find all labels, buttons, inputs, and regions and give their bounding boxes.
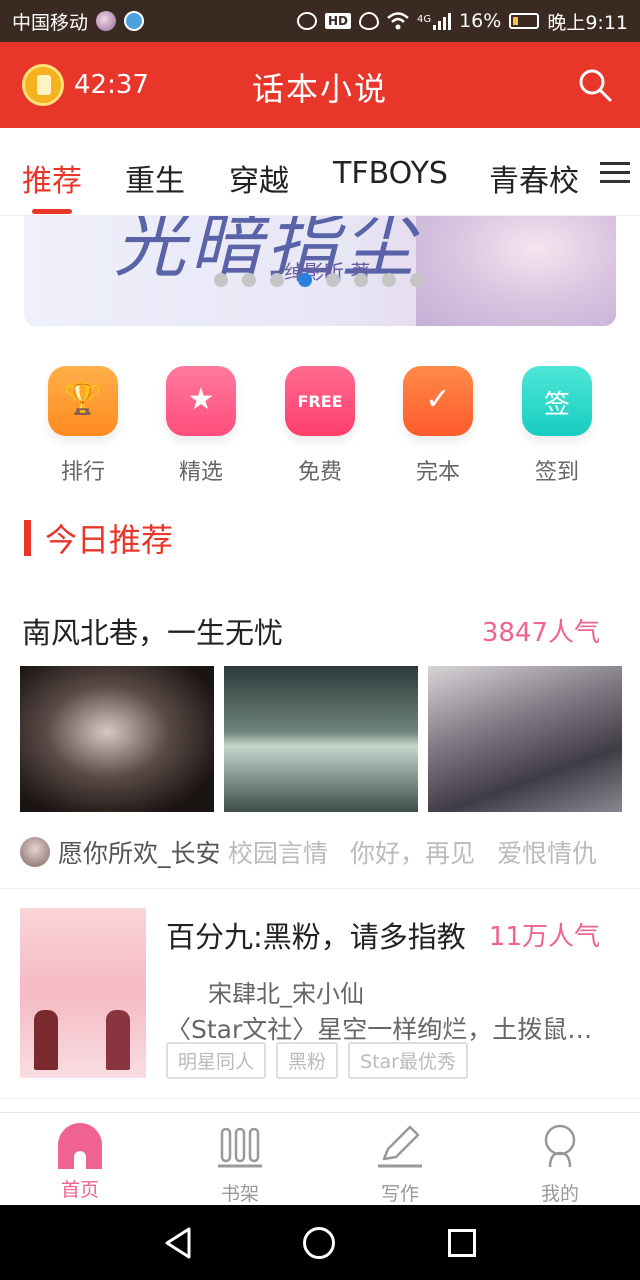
signal-icon	[433, 12, 452, 30]
sign-in-glyph: 签	[543, 390, 570, 420]
bookshelf-icon	[218, 1127, 262, 1168]
carousel-dot[interactable]	[214, 273, 228, 287]
nav-bookshelf[interactable]: 书架	[190, 1123, 290, 1206]
author-avatar[interactable]	[20, 837, 50, 867]
book-tag[interactable]: Star最优秀	[348, 1042, 468, 1079]
quick-selected-label: 精选	[178, 460, 223, 485]
section-header: 今日推荐	[24, 518, 174, 559]
quick-free-label: 免费	[297, 460, 342, 485]
featured-image-3[interactable]	[428, 666, 622, 812]
nav-profile[interactable]: 我的	[510, 1123, 610, 1206]
nav-home-label: 首页	[60, 1179, 99, 1201]
quick-sign-in[interactable]: 签 签到	[512, 366, 602, 486]
menu-icon[interactable]	[594, 156, 630, 190]
quick-menu: 🏆 排行 ★ 精选 FREE 免费 ✓ 完本 签 签到	[0, 366, 640, 486]
carousel-dot[interactable]	[354, 273, 368, 287]
quick-sign-in-label: 签到	[534, 460, 579, 485]
nav-write-label: 写作	[380, 1183, 419, 1205]
network-type: 4G	[416, 13, 432, 25]
divider	[0, 888, 640, 889]
featured-tag[interactable]: 爱恨情仇	[497, 834, 597, 870]
featured-tag[interactable]: 校园言情	[228, 834, 328, 870]
carousel-dot-active[interactable]	[298, 273, 312, 287]
banner-illustration	[416, 216, 616, 326]
book-description: 〈Star文社〉星空一样绚烂，土拨鼠一样可爱	[166, 1015, 611, 1044]
battery-icon	[509, 13, 540, 29]
system-nav-bar	[0, 1205, 640, 1280]
free-badge: FREE	[297, 392, 343, 411]
app-title: 话本小说	[251, 70, 388, 108]
back-icon[interactable]	[163, 1227, 193, 1259]
quick-completed-label: 完本	[415, 460, 460, 485]
nav-home[interactable]: 首页	[30, 1123, 130, 1202]
hd-icon: HD	[324, 13, 351, 29]
nav-profile-label: 我的	[540, 1183, 579, 1205]
clock-time: 晚上9:11	[547, 11, 628, 34]
home-button-icon[interactable]	[303, 1227, 335, 1259]
book-cover[interactable]	[20, 908, 146, 1078]
alarm-icon	[296, 12, 317, 30]
quick-ranking[interactable]: 🏆 排行	[38, 366, 128, 486]
bottom-nav: 首页 书架 写作 我的	[0, 1112, 640, 1205]
home-icon	[58, 1123, 102, 1169]
featured-author[interactable]: 愿你所欢_长安	[58, 834, 228, 870]
recent-apps-icon[interactable]	[448, 1229, 476, 1257]
book-title[interactable]: 百分九:黑粉，请多指教	[166, 914, 476, 956]
featured-image-1[interactable]	[20, 666, 214, 812]
carousel-dots	[214, 273, 424, 287]
tab-rebirth[interactable]: 重生	[125, 156, 185, 200]
featured-image-2[interactable]	[224, 666, 418, 812]
book-author[interactable]: 宋肆北_宋小仙	[208, 974, 364, 1009]
featured-meta: 愿你所欢_长安 校园言情 你好，再见 爱恨情仇	[20, 834, 620, 870]
eye-comfort-icon	[358, 12, 379, 30]
carousel-dot[interactable]	[410, 273, 424, 287]
active-tab-indicator	[32, 209, 72, 214]
quick-selected[interactable]: ★ 精选	[156, 366, 246, 486]
quick-free[interactable]: FREE 免费	[275, 366, 365, 486]
search-icon[interactable]	[578, 68, 612, 102]
featured-popularity: 3847人气	[481, 618, 600, 648]
sign-in-icon: 签	[522, 366, 592, 436]
nav-write[interactable]: 写作	[350, 1123, 450, 1206]
nav-bookshelf-label: 书架	[220, 1183, 259, 1205]
battery-percent: 16%	[459, 10, 502, 32]
featured-tag[interactable]: 你好，再见	[350, 834, 475, 870]
check-icon: ✓	[403, 366, 473, 436]
pencil-icon	[378, 1125, 422, 1168]
star-icon: ★	[166, 366, 236, 436]
book-tag[interactable]: 明星同人	[166, 1042, 267, 1079]
profile-icon	[544, 1124, 576, 1168]
section-accent-bar	[24, 520, 31, 556]
section-title: 今日推荐	[45, 521, 174, 559]
tab-time-travel[interactable]: 穿越	[229, 156, 289, 200]
divider	[0, 1098, 640, 1099]
trophy-icon: 🏆	[48, 366, 118, 436]
free-icon: FREE	[285, 366, 355, 436]
status-bar: 中国移动 HD 4G 16% 晚上9:11	[0, 0, 640, 42]
carrier-label: 中国移动	[12, 11, 89, 34]
book-tag[interactable]: 黑粉	[276, 1042, 339, 1079]
cover-figure	[106, 1010, 130, 1070]
app-notification-icon	[96, 11, 117, 31]
book-tags: 明星同人 黑粉 Star最优秀	[166, 1042, 468, 1079]
wifi-icon	[387, 12, 409, 30]
book-popularity: 11万人气	[488, 922, 600, 952]
tab-tfboys[interactable]: TFBOYS	[333, 156, 448, 191]
featured-title[interactable]: 南风北巷，一生无忧	[22, 610, 283, 652]
tab-campus[interactable]: 青春校	[489, 156, 579, 200]
tab-recommend[interactable]: 推荐	[22, 156, 82, 200]
banner-carousel[interactable]: 光暗指尘 绰影昕 著	[24, 216, 616, 326]
category-tabs: 推荐 重生 穿越 TFBOYS 青春校	[0, 128, 640, 216]
carousel-dot[interactable]	[326, 273, 340, 287]
carousel-dot[interactable]	[270, 273, 284, 287]
carousel-dot[interactable]	[242, 273, 256, 287]
alipay-icon	[124, 11, 145, 31]
quick-ranking-label: 排行	[60, 460, 105, 485]
cover-figure	[34, 1010, 58, 1070]
app-header: 42:37 话本小说	[0, 42, 640, 128]
carousel-dot[interactable]	[382, 273, 396, 287]
quick-completed[interactable]: ✓ 完本	[393, 366, 483, 486]
